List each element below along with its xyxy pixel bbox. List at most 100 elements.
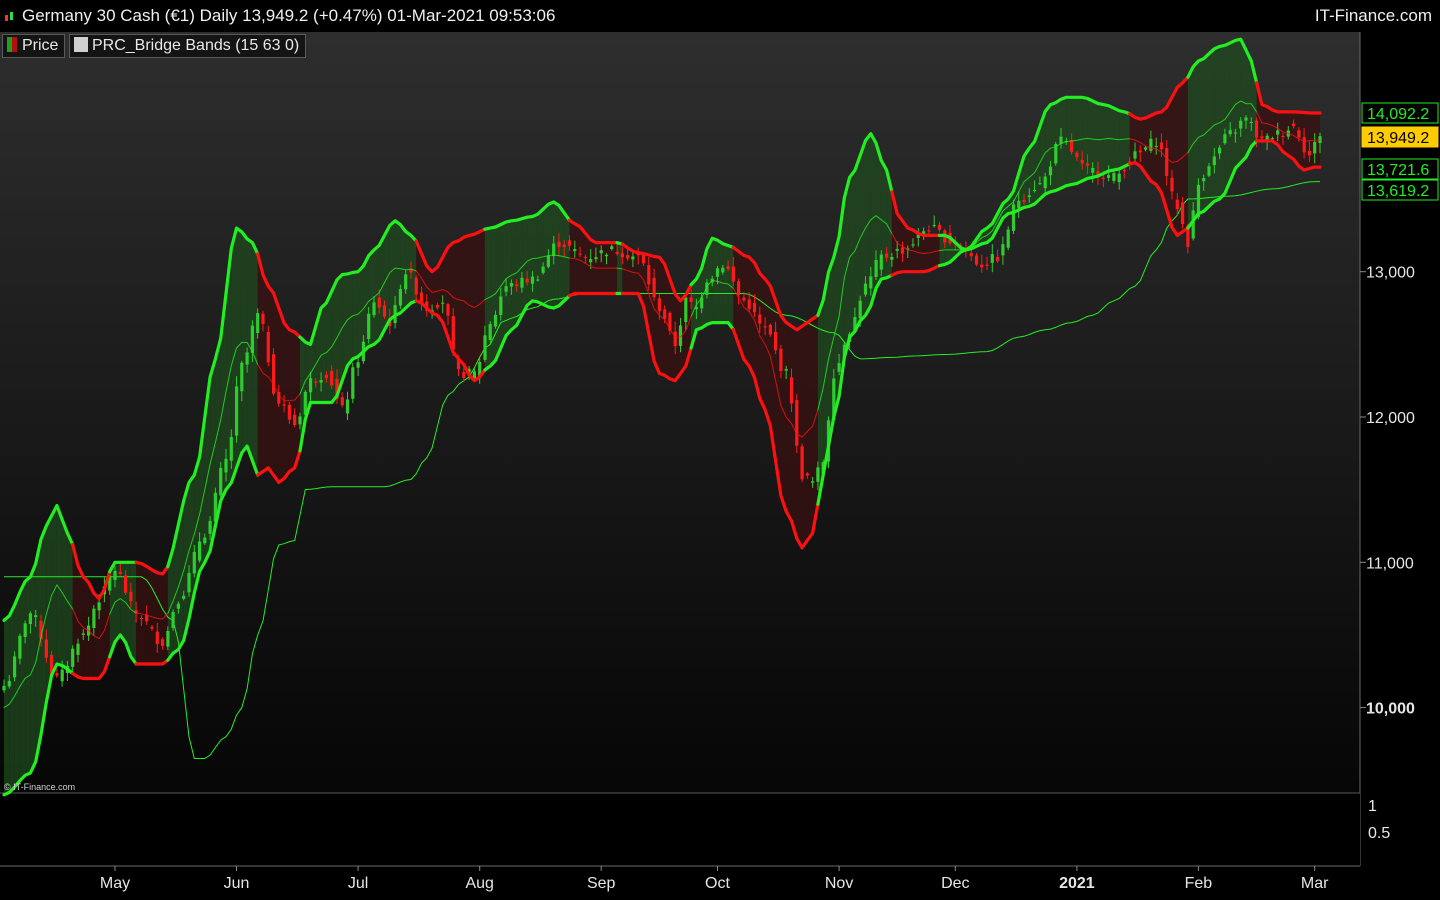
candle-body xyxy=(166,631,170,647)
candle-body xyxy=(1070,140,1074,152)
candle-body xyxy=(71,648,75,667)
candle-body xyxy=(673,331,677,347)
candle-body xyxy=(1080,160,1084,164)
candle-body xyxy=(594,257,598,260)
candle-body xyxy=(684,297,688,322)
copyright-notice: © IT-Finance.com xyxy=(4,782,76,792)
candle-body xyxy=(377,297,381,308)
price-chart[interactable]: 1 0.5 10,000 11,000 12,000 13,000 May Jun Jul… xyxy=(0,32,1440,900)
candle-body xyxy=(1117,173,1121,183)
band-fill-segment xyxy=(326,291,332,403)
candle-body xyxy=(55,673,59,676)
band-fill-segment xyxy=(780,315,787,512)
candle-body xyxy=(599,250,603,254)
candle-body xyxy=(1260,136,1264,139)
candle-body xyxy=(789,377,794,404)
candle-body xyxy=(800,446,804,480)
candle-body xyxy=(652,277,656,298)
candle-body xyxy=(1138,150,1142,153)
candle-body xyxy=(541,266,545,273)
candle-body xyxy=(811,481,815,483)
band-fill-segment xyxy=(463,235,470,375)
candle-body xyxy=(932,225,936,227)
candle-body xyxy=(530,276,535,284)
candle-body xyxy=(1006,229,1010,248)
x-tick-label: Nov xyxy=(825,875,853,892)
candle-body xyxy=(1218,147,1222,154)
candle-body xyxy=(805,473,809,476)
candle-body xyxy=(298,416,302,425)
candle-body xyxy=(1038,183,1042,185)
candle-body xyxy=(23,623,27,637)
candle-body xyxy=(774,331,778,351)
bear-swatch-icon xyxy=(12,37,17,52)
candle-body xyxy=(245,352,249,365)
candle-body xyxy=(816,467,820,482)
value-tag-label: 13,949.2 xyxy=(1367,130,1429,147)
candle-body xyxy=(499,296,503,315)
x-tick-label: May xyxy=(100,875,130,892)
candle-body xyxy=(509,283,513,287)
candle-body xyxy=(404,274,408,290)
band-fill-segment xyxy=(807,318,813,541)
candle-body xyxy=(282,404,286,406)
candle-body xyxy=(890,257,894,260)
candle-body xyxy=(837,363,841,372)
candle-body xyxy=(567,240,572,246)
legend-price-label: Price xyxy=(22,37,59,54)
candle-body xyxy=(1239,120,1243,129)
legend-indicator[interactable]: PRC_Bridge Bands (15 63 0) xyxy=(69,34,307,58)
candle-body xyxy=(351,367,355,399)
candle-body xyxy=(721,267,725,273)
chart-title: Germany 30 Cash (€1) Daily 13,949.2 (+0.… xyxy=(22,6,556,25)
candle-body xyxy=(731,266,735,282)
candle-body xyxy=(895,248,899,251)
candle-body xyxy=(340,397,344,406)
candle-body xyxy=(240,362,244,392)
candle-body xyxy=(34,615,38,617)
candle-body xyxy=(293,414,297,426)
candle-body xyxy=(345,399,350,414)
candle-body xyxy=(367,313,371,340)
candle-body xyxy=(261,313,265,324)
band-fill-segment xyxy=(14,592,20,788)
y-tick-label: 12,000 xyxy=(1366,410,1415,427)
candle-body xyxy=(1202,178,1206,182)
y-tick-label: 10,000 xyxy=(1366,701,1415,718)
candle-body xyxy=(60,669,64,682)
candle-body xyxy=(620,253,624,258)
candle-body xyxy=(737,281,741,295)
candle-body xyxy=(1091,168,1095,173)
candle-body xyxy=(229,437,233,461)
candle-body xyxy=(885,253,889,258)
candle-body xyxy=(1112,173,1116,181)
candle-body xyxy=(1249,122,1253,123)
legend-price[interactable]: Price xyxy=(2,34,66,58)
x-tick-label: Jul xyxy=(348,875,368,892)
band-fill-segment xyxy=(19,581,26,781)
candle-body xyxy=(208,520,212,534)
candle-body xyxy=(996,256,1000,262)
candle-body xyxy=(985,264,989,266)
candle-body xyxy=(1144,147,1148,150)
legend-indicator-label: PRC_Bridge Bands (15 63 0) xyxy=(92,37,300,54)
candle-body xyxy=(689,297,693,302)
candle-body xyxy=(980,264,984,268)
candle-body xyxy=(869,276,873,289)
candle-body xyxy=(752,303,757,313)
candle-body xyxy=(1133,151,1137,159)
candle-body xyxy=(1207,166,1211,176)
candle-body xyxy=(414,277,418,295)
candle-body xyxy=(488,324,492,340)
candle-body xyxy=(504,286,508,292)
candle-body xyxy=(1043,176,1047,189)
candle-body xyxy=(863,283,868,295)
candle-body xyxy=(795,400,799,446)
y-tick-label: 13,000 xyxy=(1366,265,1415,282)
candle-body xyxy=(203,537,207,544)
candle-body xyxy=(97,602,101,611)
candle-body xyxy=(1244,117,1248,121)
candle-body xyxy=(969,253,973,257)
candle-body xyxy=(161,639,165,646)
candle-body xyxy=(663,309,667,320)
